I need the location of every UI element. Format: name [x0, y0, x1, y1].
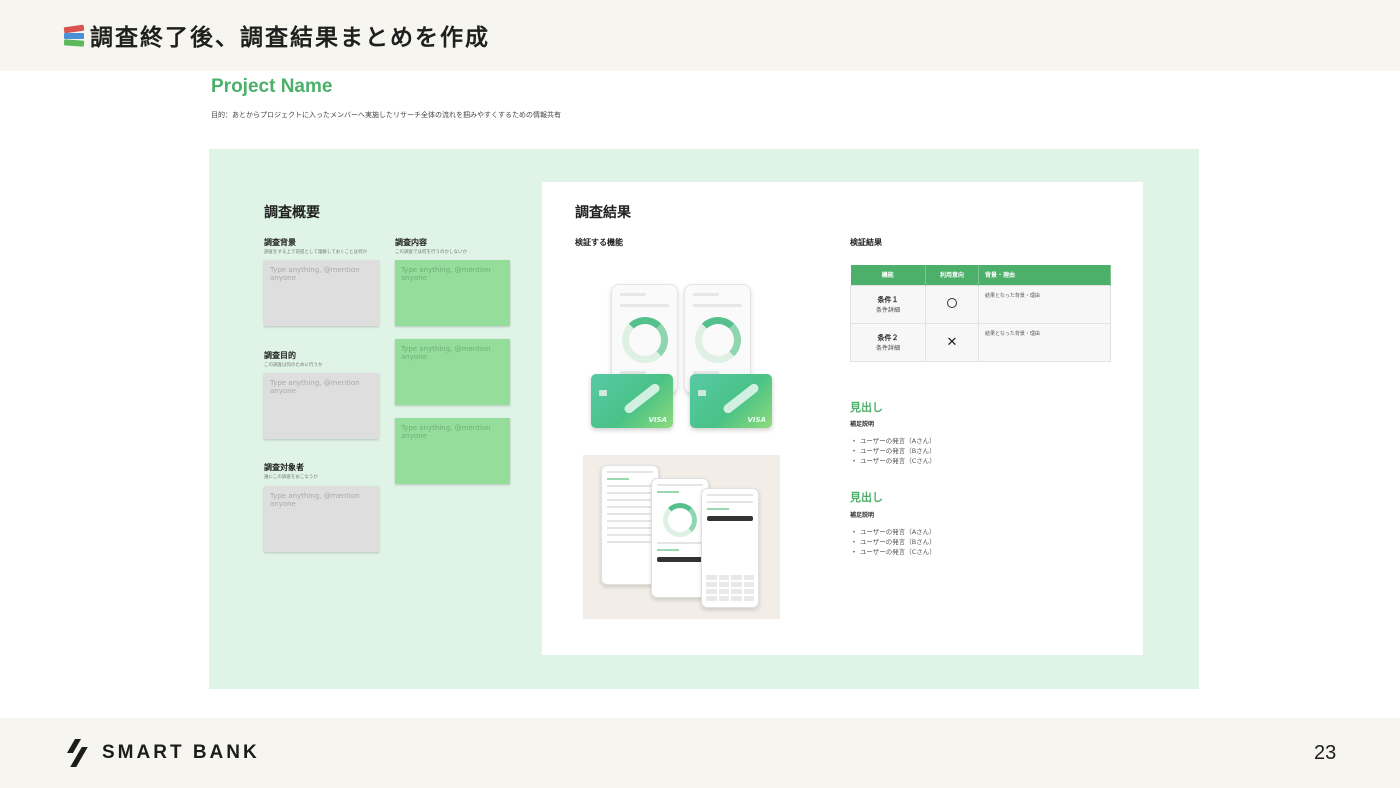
card-image-2: VISA [690, 374, 772, 428]
condition-cell: 条件１ 条件詳細 [850, 284, 926, 324]
condition-name: 条件１ [877, 295, 899, 304]
card-image-1: VISA [591, 374, 673, 428]
list-item: ユーザーの発言（Bさん） [852, 537, 936, 547]
page-number: 23 [1314, 742, 1337, 764]
finding-heading-1: 見出し [850, 401, 883, 414]
finding-note-1: 補足説明 [850, 421, 875, 428]
results-title: 調査結果 [575, 205, 631, 221]
finding-note-2: 補足説明 [850, 512, 875, 519]
slide-title: 調査終了後、調査結果まとめを作成 [62, 18, 490, 52]
slide: 調査終了後、調査結果まとめを作成 Project Name 目的：あとからプロジ… [0, 0, 1400, 788]
list-item: ユーザーの発言（Aさん） [852, 527, 936, 537]
overview-title: 調査概要 [264, 205, 320, 221]
verify-label: 検証結果 [850, 238, 882, 247]
mock-screen-keypad [701, 488, 759, 608]
reason-cell: 結果となった背景・理由 [978, 284, 1111, 324]
condition-detail: 条件詳細 [875, 306, 900, 314]
sticky-note-content-2[interactable]: Type anything, @mention anyone [395, 339, 510, 405]
sticky-note-background[interactable]: Type anything, @mention anyone [264, 260, 379, 326]
table-header: 機能 [850, 265, 926, 285]
list-item: ユーザーの発言（Cさん） [852, 547, 936, 557]
sticky-note-target[interactable]: Type anything, @mention anyone [264, 486, 379, 552]
table-header: 利用意向 [925, 265, 979, 285]
content-sub: この調査では何を行うのかしないか [395, 250, 467, 255]
finding-heading-2: 見出し [850, 491, 883, 504]
smartbank-logo: SMART BANK [66, 738, 260, 768]
logo-mark-icon [66, 738, 92, 768]
table-header: 背景・理由 [978, 265, 1111, 285]
finding-bullets-1: ユーザーの発言（Aさん） ユーザーの発言（Bさん） ユーザーの発言（Cさん） [852, 436, 936, 466]
verification-table: 機能 利用意向 背景・理由 条件１ 条件詳細 結果となった背景・理由 条件２ 条… [850, 265, 1111, 362]
table-row: 条件２ 条件詳細 ✕ 結果となった背景・理由 [850, 322, 1111, 362]
reason-cell: 結果となった背景・理由 [978, 322, 1111, 362]
feature-label: 検証する機能 [575, 238, 623, 247]
purpose-text: 目的：あとからプロジェクトに入ったメンバーへ実施したリサーチ全体の流れを掴みやす… [211, 111, 561, 119]
card-brand: VISA [648, 416, 667, 424]
sticky-note-content-3[interactable]: Type anything, @mention anyone [395, 418, 510, 484]
finding-bullets-2: ユーザーの発言（Aさん） ユーザーの発言（Bさん） ユーザーの発言（Cさん） [852, 527, 936, 557]
logo-text: SMART BANK [102, 742, 260, 763]
condition-name: 条件２ [877, 333, 899, 342]
sticky-note-content-1[interactable]: Type anything, @mention anyone [395, 260, 510, 326]
list-item: ユーザーの発言（Cさん） [852, 456, 936, 466]
condition-cell: 条件２ 条件詳細 [850, 322, 926, 362]
condition-detail: 条件詳細 [875, 344, 900, 352]
background-label: 調査背景 [264, 238, 296, 247]
slide-title-text: 調査終了後、調査結果まとめを作成 [90, 25, 490, 51]
sticky-note-goal[interactable]: Type anything, @mention anyone [264, 373, 379, 439]
cross-mark-icon: ✕ [946, 334, 958, 350]
goal-sub: この調査は何のために行うか [264, 363, 323, 368]
table-row: 条件１ 条件詳細 結果となった背景・理由 [850, 284, 1111, 324]
header-bar: 調査終了後、調査結果まとめを作成 [0, 0, 1400, 71]
list-item: ユーザーの発言（Bさん） [852, 446, 936, 456]
background-sub: 調査をする上で前提として理解しておくことは何か [264, 250, 368, 255]
intent-cell [925, 284, 979, 324]
list-item: ユーザーの発言（Aさん） [852, 436, 936, 446]
target-sub: 誰にこの調査をおこなうか [264, 475, 318, 480]
books-icon [62, 23, 86, 47]
project-name: Project Name [211, 76, 333, 97]
circle-mark-icon [947, 298, 957, 308]
goal-label: 調査目的 [264, 351, 296, 360]
card-brand: VISA [747, 416, 766, 424]
content-label: 調査内容 [395, 238, 427, 247]
intent-cell: ✕ [925, 322, 979, 362]
target-label: 調査対象者 [264, 463, 304, 472]
